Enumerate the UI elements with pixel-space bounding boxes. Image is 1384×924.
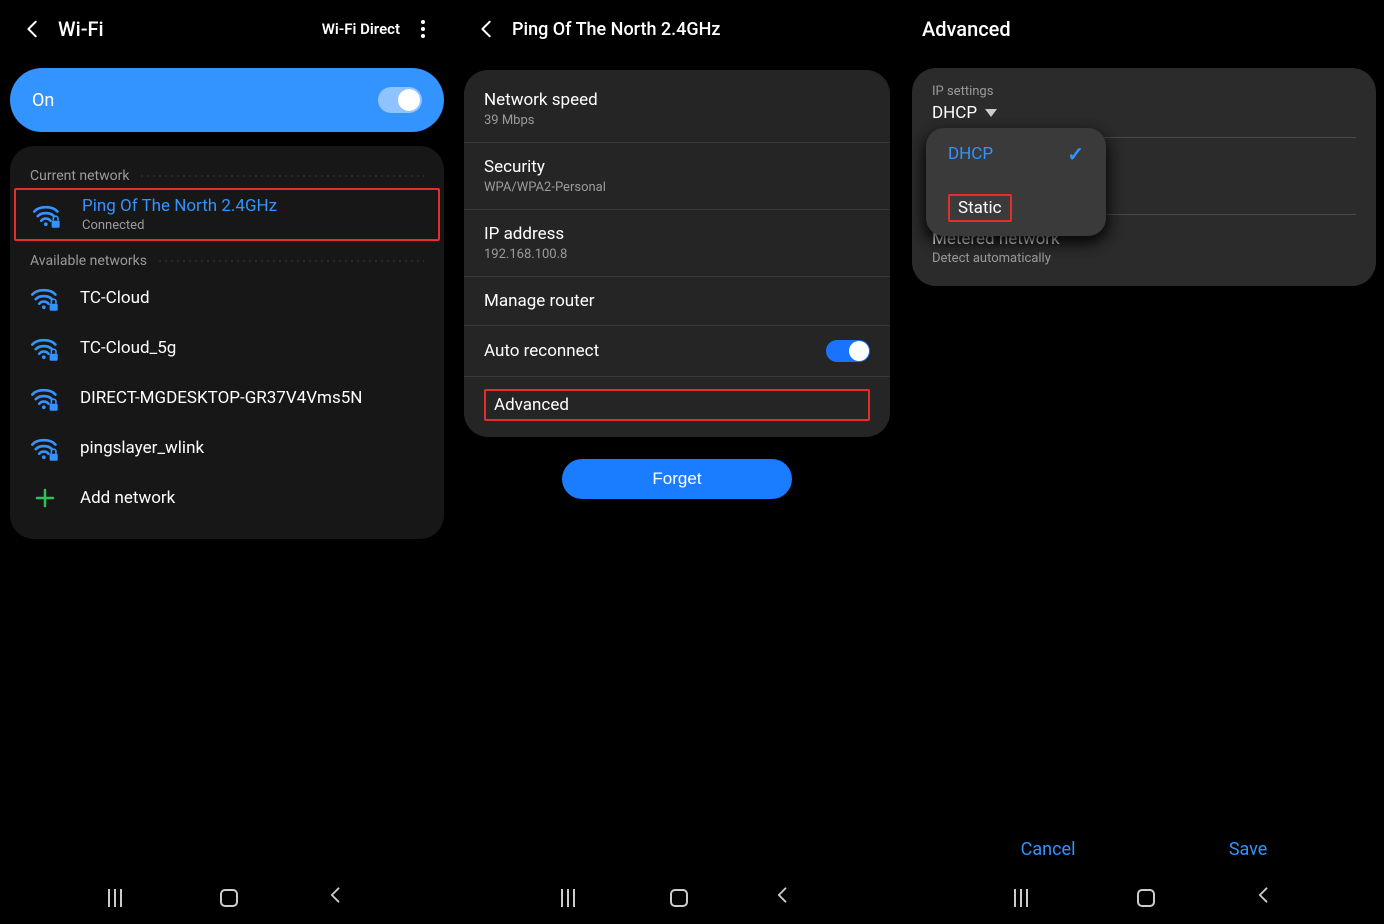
ip-settings-select[interactable]: DHCP [932,103,1356,123]
networks-card: Current network Ping Of The North 2.4GHz… [10,146,444,539]
nav-back-icon[interactable] [773,885,793,911]
save-button[interactable]: Save [1229,839,1268,860]
wifi-signal-icon [30,283,60,313]
toggle-switch-icon[interactable] [826,340,870,362]
header: Advanced [904,0,1384,58]
advanced-card: IP settings DHCP Metered network Detect … [912,68,1376,286]
page-title: Advanced [922,17,1366,41]
network-speed-row: Network speed 39 Mbps [464,76,890,143]
overflow-menu-icon[interactable] [414,20,432,38]
nav-back-icon[interactable] [326,885,346,911]
android-navbar [4,872,450,924]
ip-address-row: IP address 192.168.100.8 [464,210,890,277]
android-navbar [458,872,896,924]
nav-home-icon[interactable] [220,889,238,907]
page-title: Wi-Fi [58,17,322,41]
network-name: TC-Cloud [80,288,150,308]
available-network-row[interactable]: TC-Cloud [10,273,444,323]
nav-recents-icon[interactable] [561,889,585,907]
detail-card: Network speed 39 Mbps Security WPA/WPA2-… [464,70,890,437]
wifi-list-screen: Wi-Fi Wi-Fi Direct On Current network Pi… [4,0,450,924]
security-row: Security WPA/WPA2-Personal [464,143,890,210]
network-name: pingslayer_wlink [80,438,204,458]
network-status: Connected [82,218,277,233]
back-icon[interactable] [476,18,498,40]
available-network-row[interactable]: DIRECT-MGDESKTOP-GR37V4Vms5N [10,373,444,423]
advanced-settings-screen: Advanced IP settings DHCP Metered networ… [904,0,1384,924]
dropdown-item-dhcp[interactable]: DHCP ✓ [926,128,1106,180]
nav-recents-icon[interactable] [108,889,132,907]
network-name: Ping Of The North 2.4GHz [82,196,277,216]
android-navbar [904,872,1384,924]
wifi-signal-icon [30,433,60,463]
plus-icon [30,483,60,513]
wifi-signal-icon [30,333,60,363]
add-network-label: Add network [80,488,175,508]
manage-router-row[interactable]: Manage router [464,277,890,326]
header: Ping Of The North 2.4GHz [458,0,896,58]
wifi-direct-link[interactable]: Wi-Fi Direct [322,20,400,38]
toggle-switch-icon [378,87,422,113]
add-network-row[interactable]: Add network [10,473,444,523]
ip-settings-label: IP settings [932,84,1356,99]
check-icon: ✓ [1067,142,1084,166]
wifi-master-toggle[interactable]: On [10,68,444,132]
nav-home-icon[interactable] [670,889,688,907]
network-detail-screen: Ping Of The North 2.4GHz Network speed 3… [458,0,896,924]
ip-settings-dropdown: DHCP ✓ Static [926,128,1106,236]
advanced-row[interactable]: Advanced [464,377,890,437]
cancel-button[interactable]: Cancel [1021,839,1076,860]
available-networks-header: Available networks [10,241,444,273]
available-network-row[interactable]: TC-Cloud_5g [10,323,444,373]
auto-reconnect-row[interactable]: Auto reconnect [464,326,890,377]
nav-recents-icon[interactable] [1014,889,1038,907]
header: Wi-Fi Wi-Fi Direct [4,0,450,58]
dropdown-item-static[interactable]: Static [926,180,1106,236]
current-network-header: Current network [10,156,444,188]
wifi-signal-icon [30,383,60,413]
back-icon[interactable] [22,18,44,40]
nav-back-icon[interactable] [1254,885,1274,911]
page-title: Ping Of The North 2.4GHz [512,19,878,40]
wifi-signal-icon [32,200,62,230]
nav-home-icon[interactable] [1137,889,1155,907]
wifi-on-label: On [32,90,54,111]
dialog-button-bar: Cancel Save [904,839,1384,860]
chevron-down-icon [985,109,997,117]
current-network-row[interactable]: Ping Of The North 2.4GHz Connected [14,188,440,241]
network-name: TC-Cloud_5g [80,338,176,358]
forget-button[interactable]: Forget [562,459,791,499]
available-network-row[interactable]: pingslayer_wlink [10,423,444,473]
network-name: DIRECT-MGDESKTOP-GR37V4Vms5N [80,388,362,408]
